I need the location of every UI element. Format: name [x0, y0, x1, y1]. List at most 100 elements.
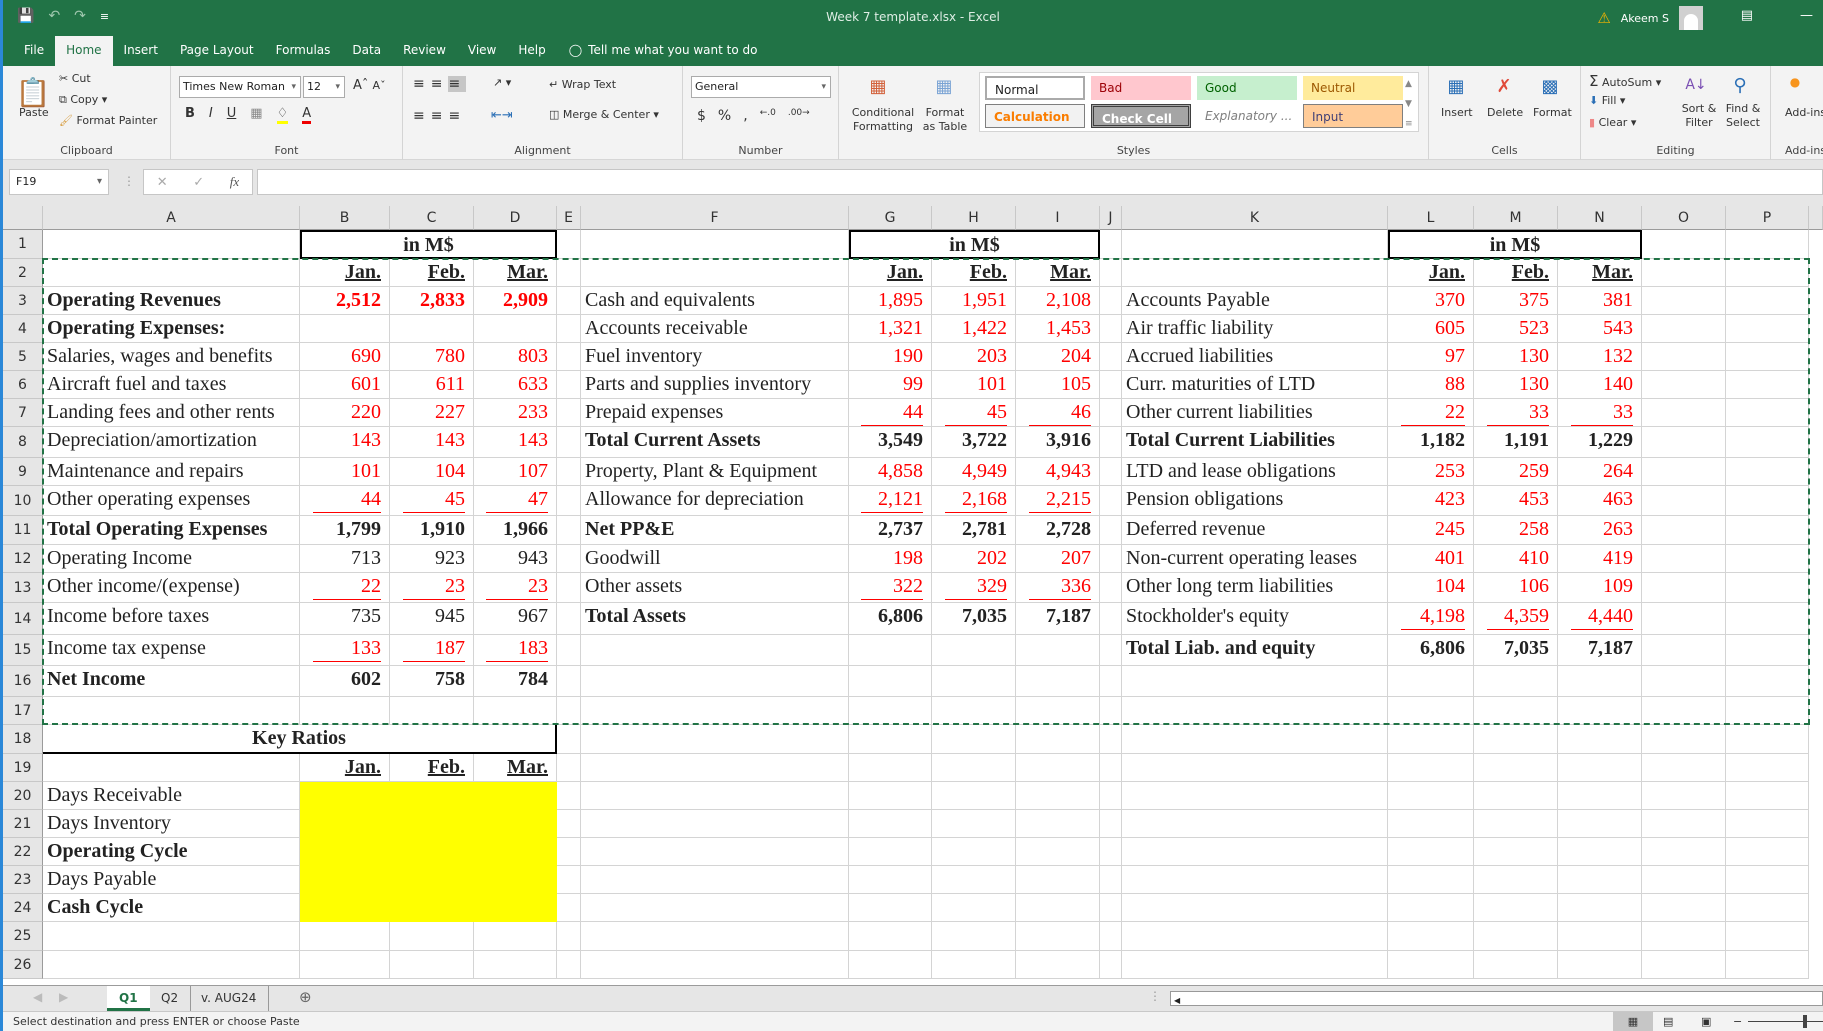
- cell[interactable]: [1642, 866, 1726, 894]
- row-header-25[interactable]: 25: [3, 922, 43, 951]
- ratio-input-cell[interactable]: [474, 866, 557, 894]
- asset-item-label[interactable]: Accounts receivable: [581, 315, 849, 343]
- cell[interactable]: [557, 603, 581, 635]
- cell[interactable]: [1016, 635, 1100, 666]
- cell[interactable]: [1016, 866, 1100, 894]
- tab-help[interactable]: Help: [507, 36, 556, 66]
- cell[interactable]: [1726, 458, 1809, 486]
- cell[interactable]: [557, 635, 581, 666]
- cell[interactable]: [1388, 866, 1474, 894]
- ratio-input-cell[interactable]: [390, 838, 474, 866]
- ratio-input-cell[interactable]: [474, 838, 557, 866]
- normal-view-icon[interactable]: ▦: [1613, 1012, 1653, 1031]
- value-cell[interactable]: 605: [1388, 315, 1474, 343]
- cell[interactable]: [1122, 922, 1388, 951]
- value-cell[interactable]: 101: [932, 371, 1016, 399]
- cell[interactable]: [1726, 810, 1809, 838]
- cell[interactable]: [1100, 259, 1122, 287]
- avatar[interactable]: [1679, 6, 1703, 30]
- cell[interactable]: [557, 754, 581, 782]
- value-cell[interactable]: 453: [1474, 486, 1558, 516]
- value-cell[interactable]: 419: [1558, 545, 1642, 573]
- cell[interactable]: [1100, 343, 1122, 371]
- sort-filter-button[interactable]: Sort & Filter: [1677, 102, 1721, 130]
- row-header-13[interactable]: 13: [3, 573, 43, 603]
- cell[interactable]: [1642, 427, 1726, 458]
- cell[interactable]: [43, 922, 300, 951]
- value-cell[interactable]: 2,121: [849, 486, 932, 516]
- value-cell[interactable]: 23: [390, 573, 474, 603]
- value-cell[interactable]: 336: [1016, 573, 1100, 603]
- cell[interactable]: [1100, 458, 1122, 486]
- cell[interactable]: [1726, 315, 1809, 343]
- cell[interactable]: [1642, 810, 1726, 838]
- page-break-view-icon[interactable]: ▣: [1701, 1012, 1711, 1031]
- ratio-input-cell[interactable]: [300, 810, 390, 838]
- cell[interactable]: [581, 866, 849, 894]
- cell[interactable]: [849, 951, 932, 979]
- row-header-22[interactable]: 22: [3, 838, 43, 866]
- month-header[interactable]: Feb.: [390, 754, 474, 782]
- cell[interactable]: [557, 866, 581, 894]
- value-cell[interactable]: 3,722: [932, 427, 1016, 458]
- value-cell[interactable]: 187: [390, 635, 474, 666]
- cell[interactable]: [1388, 666, 1474, 697]
- income-item-label[interactable]: Aircraft fuel and taxes: [43, 371, 300, 399]
- liability-item-label[interactable]: Total Current Liabilities: [1122, 427, 1388, 458]
- cell[interactable]: [1388, 782, 1474, 810]
- cell[interactable]: [1558, 951, 1642, 979]
- increase-decimal-icon[interactable]: ←.0: [760, 108, 776, 124]
- value-cell[interactable]: 381: [1558, 287, 1642, 315]
- user-name[interactable]: Akeem S: [1621, 12, 1669, 25]
- value-cell[interactable]: 23: [474, 573, 557, 603]
- horizontal-align-icons[interactable]: ≡≡≡: [413, 108, 466, 124]
- column-header-n[interactable]: N: [1558, 206, 1642, 230]
- autosum-button[interactable]: AutoSum: [1602, 76, 1652, 89]
- formula-input[interactable]: [257, 169, 1823, 195]
- value-cell[interactable]: 410: [1474, 545, 1558, 573]
- value-cell[interactable]: 263: [1558, 516, 1642, 545]
- tab-home[interactable]: Home: [55, 36, 113, 66]
- cell[interactable]: [557, 725, 581, 754]
- value-cell[interactable]: 44: [849, 399, 932, 427]
- value-cell[interactable]: 22: [1388, 399, 1474, 427]
- value-cell[interactable]: 2,512: [300, 287, 390, 315]
- liability-item-label[interactable]: Deferred revenue: [1122, 516, 1388, 545]
- cell[interactable]: [1122, 838, 1388, 866]
- cell[interactable]: [1726, 922, 1809, 951]
- value-cell[interactable]: 4,359: [1474, 603, 1558, 635]
- row-header-11[interactable]: 11: [3, 516, 43, 545]
- currency-button[interactable]: $: [697, 108, 706, 124]
- zoom-slider[interactable]: [1748, 1021, 1823, 1022]
- cell[interactable]: [1100, 951, 1122, 979]
- cell[interactable]: [849, 894, 932, 922]
- cell[interactable]: [557, 486, 581, 516]
- value-cell[interactable]: 780: [390, 343, 474, 371]
- column-header-f[interactable]: F: [581, 206, 849, 230]
- cell[interactable]: [474, 951, 557, 979]
- asset-item-label[interactable]: Cash and equivalents: [581, 287, 849, 315]
- cell[interactable]: [581, 754, 849, 782]
- value-cell[interactable]: 97: [1388, 343, 1474, 371]
- row-header-23[interactable]: 23: [3, 866, 43, 894]
- borders-icon[interactable]: ▦: [250, 106, 262, 124]
- cell[interactable]: [1726, 754, 1809, 782]
- income-item-label[interactable]: Operating Expenses:: [43, 315, 300, 343]
- decrease-decimal-icon[interactable]: .00→: [788, 108, 810, 124]
- month-header[interactable]: Jan.: [849, 259, 932, 287]
- cell[interactable]: [1558, 782, 1642, 810]
- clear-button[interactable]: Clear: [1599, 116, 1628, 129]
- value-cell[interactable]: 130: [1474, 343, 1558, 371]
- cell[interactable]: [1642, 697, 1726, 725]
- ratio-input-cell[interactable]: [390, 894, 474, 922]
- cell[interactable]: [1726, 516, 1809, 545]
- cell[interactable]: [1558, 922, 1642, 951]
- ratio-input-cell[interactable]: [390, 866, 474, 894]
- enter-icon[interactable]: ✓: [193, 175, 204, 190]
- underline-button[interactable]: U: [227, 106, 237, 124]
- asset-item-label[interactable]: Fuel inventory: [581, 343, 849, 371]
- value-cell[interactable]: 105: [1016, 371, 1100, 399]
- cell[interactable]: [581, 894, 849, 922]
- cell[interactable]: [1100, 427, 1122, 458]
- income-item-label[interactable]: Depreciation/amortization: [43, 427, 300, 458]
